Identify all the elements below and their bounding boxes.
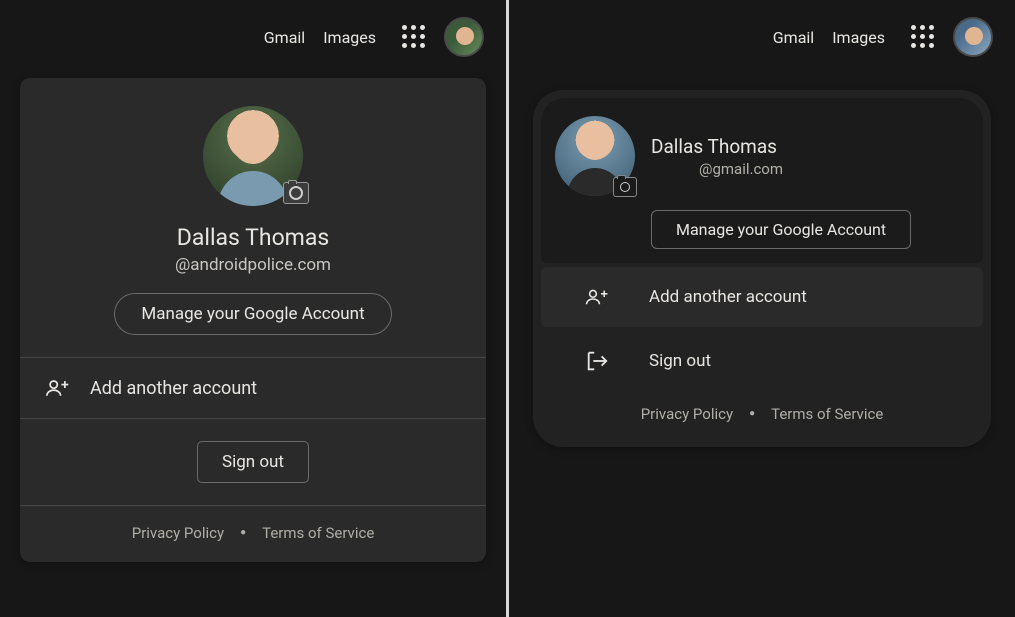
terms-link[interactable]: Terms of Service (262, 524, 374, 542)
camera-icon[interactable] (283, 182, 309, 204)
account-menu-card: Dallas Thomas @androidpolice.com Manage … (20, 78, 486, 562)
topbar: Gmail Images (509, 0, 1015, 56)
add-account-row[interactable]: Add another account (541, 267, 983, 327)
camera-icon[interactable] (613, 177, 637, 197)
bullet-separator: ● (240, 528, 246, 538)
terms-link[interactable]: Terms of Service (771, 405, 883, 423)
avatar[interactable] (444, 17, 484, 57)
sign-out-label: Sign out (649, 351, 711, 371)
panel-left-old-style: Gmail Images Dallas Thomas @androidpolic… (0, 0, 506, 617)
person-add-icon (585, 285, 609, 309)
topbar: Gmail Images (0, 0, 506, 56)
apps-grid-icon[interactable] (402, 25, 426, 49)
sign-out-icon (585, 349, 609, 373)
sign-out-section: Sign out (541, 331, 983, 391)
sign-out-button[interactable]: Sign out (197, 441, 309, 483)
avatar-wrap (203, 106, 303, 206)
avatar[interactable] (953, 17, 993, 57)
privacy-policy-link[interactable]: Privacy Policy (641, 405, 733, 423)
user-name: Dallas Thomas (651, 135, 969, 158)
bullet-separator: ● (749, 409, 755, 419)
gmail-link[interactable]: Gmail (773, 28, 814, 47)
avatar-wrap (555, 116, 635, 196)
add-account-section: Add another account (541, 267, 983, 327)
images-link[interactable]: Images (323, 28, 376, 47)
add-account-label: Add another account (649, 287, 807, 307)
images-link[interactable]: Images (832, 28, 885, 47)
sign-out-row[interactable]: Sign out (541, 331, 983, 391)
footer-links: Privacy Policy ● Terms of Service (20, 506, 486, 562)
panel-right-new-style: Gmail Images Dallas Thomas @gmail.com Ma… (509, 0, 1015, 617)
footer-links: Privacy Policy ● Terms of Service (541, 391, 983, 439)
profile-section: Dallas Thomas @gmail.com Manage your Goo… (541, 98, 983, 263)
user-email: @androidpolice.com (20, 255, 486, 275)
apps-grid-icon[interactable] (911, 25, 935, 49)
manage-account-button[interactable]: Manage your Google Account (114, 293, 391, 335)
privacy-policy-link[interactable]: Privacy Policy (132, 524, 224, 542)
user-email: @gmail.com (699, 160, 969, 178)
person-add-icon (46, 376, 70, 400)
gmail-link[interactable]: Gmail (264, 28, 305, 47)
add-account-label: Add another account (90, 378, 257, 399)
user-name: Dallas Thomas (20, 224, 486, 251)
add-account-row[interactable]: Add another account (20, 358, 486, 418)
manage-account-button[interactable]: Manage your Google Account (651, 210, 911, 249)
account-menu-card: Dallas Thomas @gmail.com Manage your Goo… (533, 90, 991, 447)
